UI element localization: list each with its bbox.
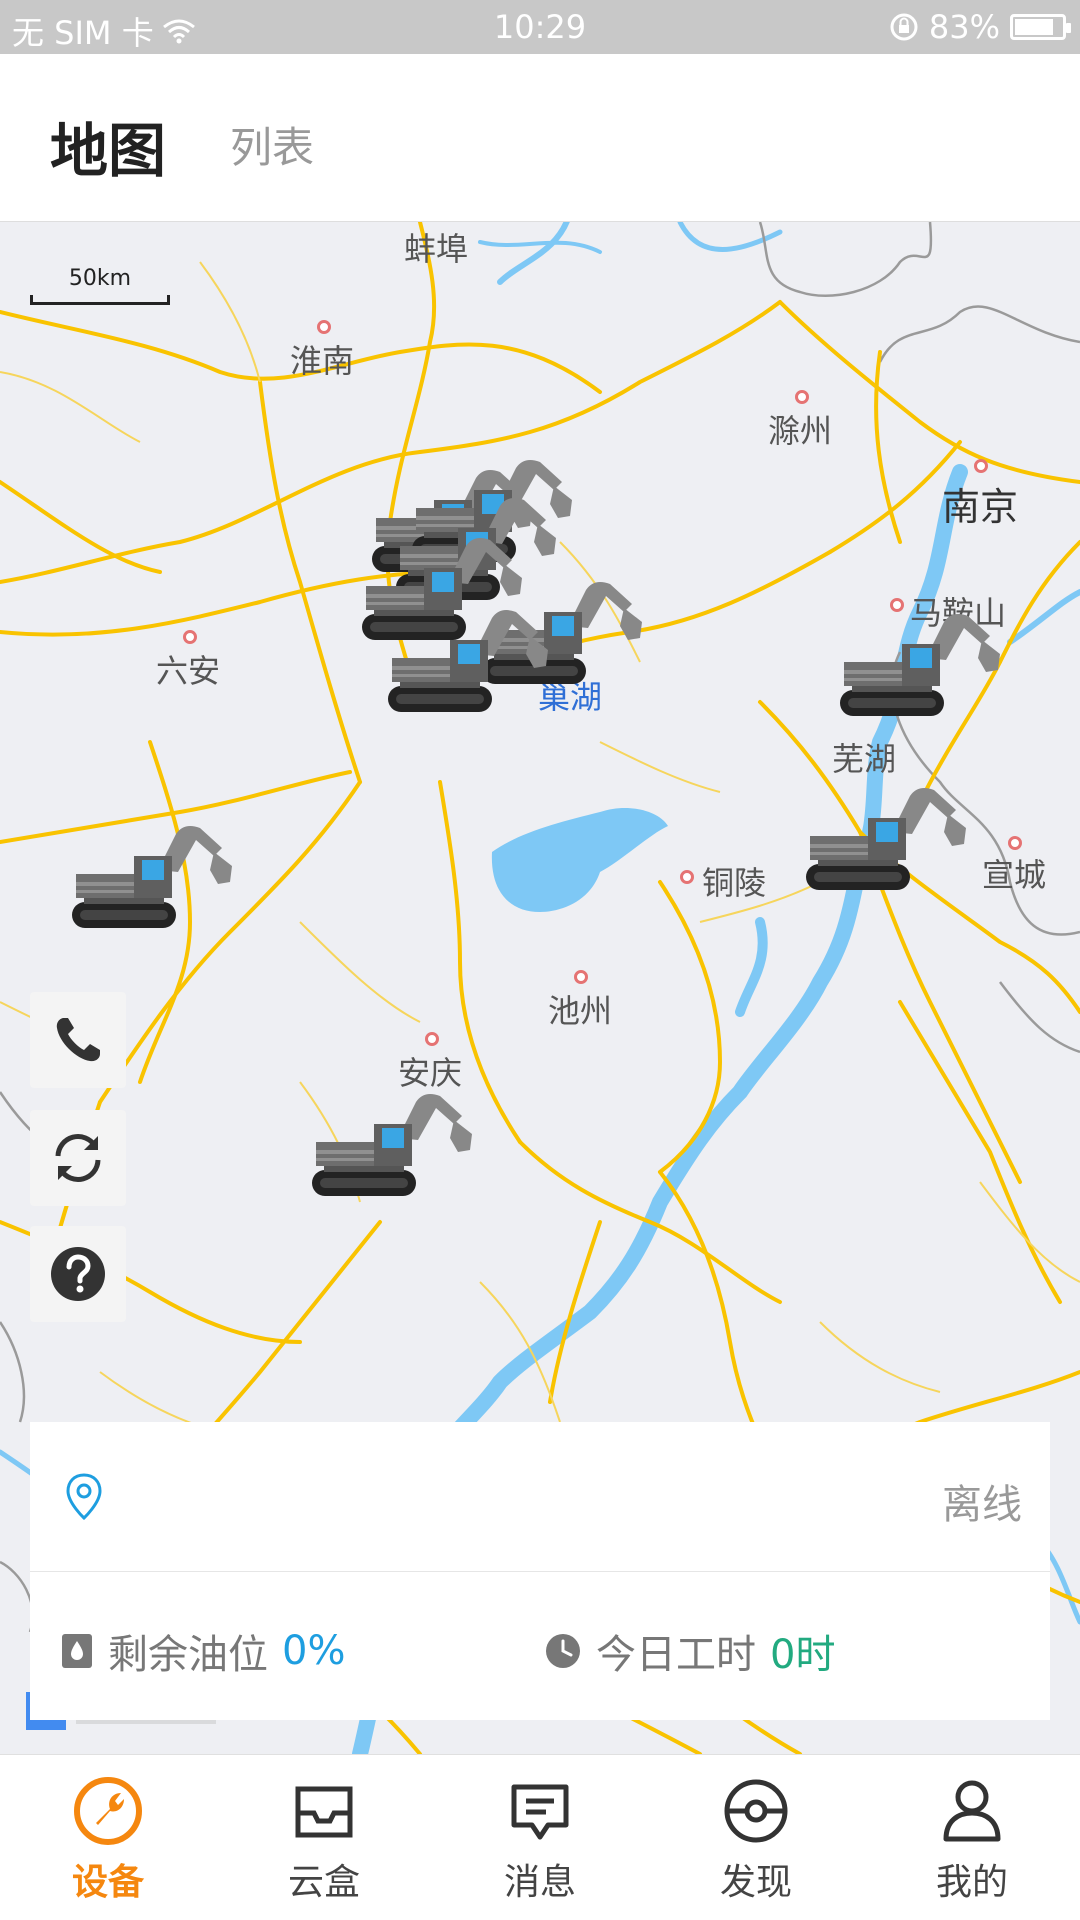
city-dot-nanjing	[974, 459, 988, 473]
excavator-marker[interactable]	[806, 784, 966, 904]
map-scale: 50km	[30, 266, 170, 305]
city-label-anqing: 安庆	[398, 1054, 463, 1092]
clock-icon	[546, 1634, 580, 1668]
phone-icon	[56, 1018, 100, 1062]
fuel-icon	[62, 1634, 92, 1668]
city-dot-luan	[183, 630, 197, 644]
bottom-nav: 设备 云盒 消息 发现 我的	[0, 1754, 1080, 1920]
excavator-marker[interactable]	[840, 610, 1000, 730]
city-label-tongling: 铜陵	[702, 864, 767, 902]
help-icon	[51, 1247, 105, 1301]
city-label-xuancheng: 宣城	[982, 856, 1047, 894]
inbox-icon	[295, 1786, 353, 1838]
discover-icon	[724, 1779, 788, 1843]
city-label-chizhou: 池州	[548, 992, 613, 1030]
tab-map[interactable]: 地图	[50, 104, 166, 188]
excavator-marker[interactable]	[388, 606, 548, 726]
city-dot-xuancheng	[1008, 836, 1022, 850]
status-bar: 无 SIM 卡 10:29 83%	[0, 0, 1080, 54]
work-hours-value: 0时	[770, 1632, 836, 1678]
device-location-row[interactable]: 离线	[30, 1422, 1050, 1572]
nav-label-profile: 我的	[935, 1862, 1008, 1903]
nav-label-device: 设备	[71, 1862, 144, 1903]
city-label-luan: 六安	[156, 652, 221, 690]
rotation-lock-icon	[890, 13, 918, 41]
battery-percent: 83%	[928, 8, 1000, 46]
city-dot-chuzhou	[795, 390, 809, 404]
nav-label-discover: 发现	[719, 1862, 792, 1903]
city-dot-huainan	[317, 320, 331, 334]
tab-list[interactable]: 列表	[230, 114, 314, 175]
city-label-chuzhou: 滁州	[768, 412, 833, 450]
nav-item-messages[interactable]: 消息	[432, 1755, 648, 1920]
city-label-wuhu: 芜湖	[832, 740, 897, 778]
nav-item-cloudbox[interactable]: 云盒	[216, 1755, 432, 1920]
app-header: 地图 列表	[0, 54, 1080, 222]
nav-label-cloudbox: 云盒	[287, 1862, 360, 1903]
scale-bar	[30, 295, 170, 305]
city-dot-anqing	[425, 1032, 439, 1046]
nav-item-profile[interactable]: 我的	[864, 1755, 1080, 1920]
city-label-huainan: 淮南	[290, 342, 355, 380]
city-dot-chizhou	[574, 970, 588, 984]
person-icon	[943, 1780, 1001, 1842]
device-status: 离线	[942, 1482, 1022, 1528]
work-hours-label: 今日工时	[596, 1632, 756, 1678]
message-icon	[511, 1784, 569, 1840]
battery-icon	[1010, 14, 1071, 40]
city-dot-tongling	[680, 870, 694, 884]
wrench-circle-icon	[74, 1777, 142, 1845]
fuel-stat: 剩余油位 0%	[60, 1622, 345, 1680]
fuel-label: 剩余油位	[108, 1632, 268, 1678]
call-button[interactable]	[30, 992, 126, 1088]
help-button[interactable]	[30, 1226, 126, 1322]
nav-item-discover[interactable]: 发现	[648, 1755, 864, 1920]
refresh-icon	[55, 1134, 101, 1182]
excavator-marker[interactable]	[72, 822, 232, 942]
fuel-value: 0%	[282, 1628, 346, 1674]
scale-label: 50km	[68, 266, 132, 291]
status-right: 83%	[889, 8, 1071, 46]
work-hours-stat: 今日工时 0时	[544, 1622, 835, 1680]
excavator-marker[interactable]	[312, 1090, 472, 1210]
nav-label-messages: 消息	[503, 1862, 576, 1903]
refresh-button[interactable]	[30, 1110, 126, 1206]
city-label-bengbu: 蚌埠	[404, 230, 469, 268]
device-info-card[interactable]: 离线 剩余油位 0% 今日工时 0时	[30, 1422, 1050, 1720]
nav-item-device[interactable]: 设备	[0, 1755, 216, 1920]
location-pin-icon	[66, 1473, 102, 1521]
city-label-nanjing: 南京	[942, 485, 1019, 529]
